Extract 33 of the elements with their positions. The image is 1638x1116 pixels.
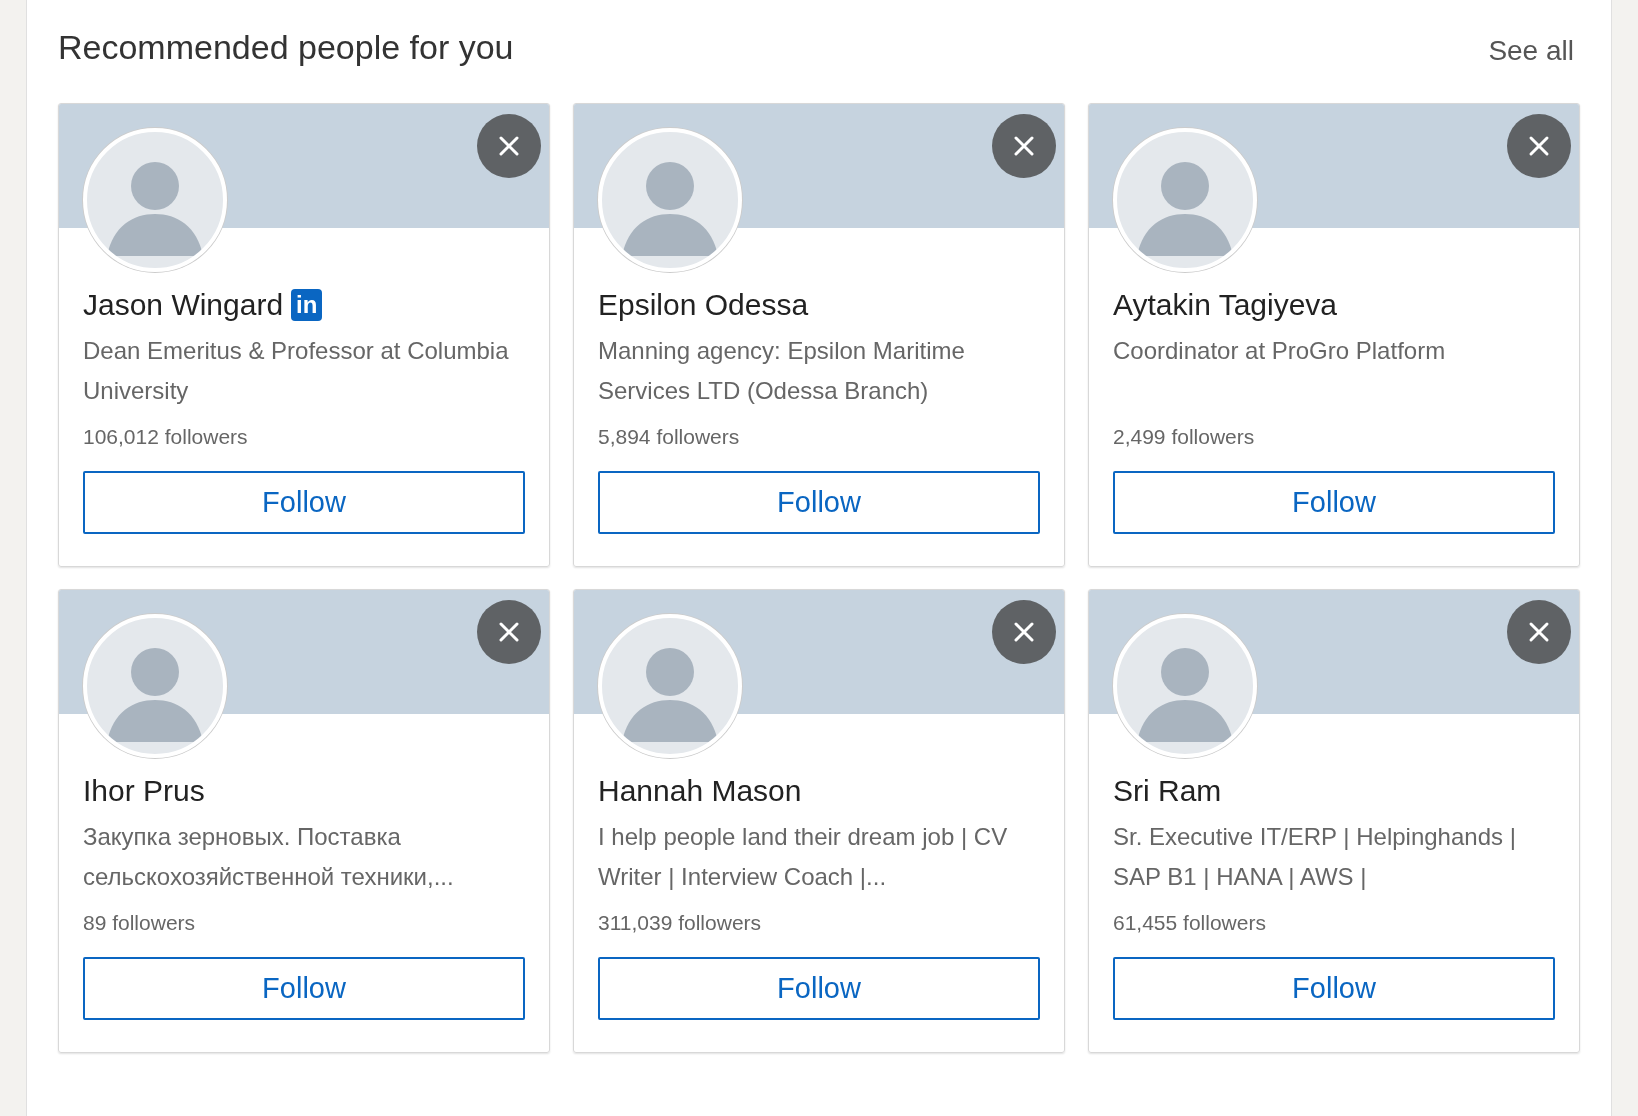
- person-headline: I help people land their dream job | CV Writer | Interview Coach |...: [598, 822, 1009, 892]
- close-icon: [498, 621, 520, 643]
- close-icon: [1528, 621, 1550, 643]
- person-headline: Sr. Executive IT/ERP | Helpinghands | SAP B1 | HANA | AWS |: [1113, 822, 1517, 892]
- see-all-link[interactable]: See all: [1488, 35, 1574, 67]
- verified-badge: in: [291, 289, 323, 321]
- person-name[interactable]: Hannah Mason: [598, 774, 802, 808]
- close-icon: [1013, 621, 1035, 643]
- follow-button[interactable]: Follow: [598, 471, 1040, 534]
- person-name[interactable]: Sri Ram: [1113, 774, 1222, 808]
- person-headline: Dean Emeritus & Professor at Columbia University: [83, 336, 510, 406]
- follower-count: 89 followers: [83, 911, 197, 936]
- person-name[interactable]: Epsilon Odessa: [598, 288, 809, 322]
- follow-button[interactable]: Follow: [598, 957, 1040, 1020]
- follower-count: 61,455 followers: [1113, 911, 1267, 936]
- follow-button[interactable]: Follow: [83, 957, 525, 1020]
- follower-count: 311,039 followers: [598, 911, 763, 936]
- person-headline: Coordinator at ProGro Platform: [1113, 336, 1447, 366]
- person-name[interactable]: Ihor Prus: [83, 774, 205, 808]
- section-title: Recommended people for you: [58, 27, 514, 67]
- close-icon: [1528, 135, 1550, 157]
- follower-count: 106,012 followers: [83, 425, 249, 450]
- close-icon: [498, 135, 520, 157]
- follow-button[interactable]: Follow: [1113, 957, 1555, 1020]
- follower-count: 2,499 followers: [1113, 425, 1256, 450]
- follow-button[interactable]: Follow: [83, 471, 525, 534]
- person-headline: Manning agency: Epsilon Maritime Services LTD (Odessa Branch): [598, 336, 966, 406]
- follow-button[interactable]: Follow: [1113, 471, 1555, 534]
- person-headline: Закупка зерновых. Поставка сельскохозяйственной техники,...: [83, 822, 455, 892]
- follower-count: 5,894 followers: [598, 425, 741, 450]
- person-name[interactable]: Aytakin Tagiyeva: [1113, 288, 1338, 322]
- person-name[interactable]: Jason Wingard: [83, 288, 284, 322]
- close-icon: [1013, 135, 1035, 157]
